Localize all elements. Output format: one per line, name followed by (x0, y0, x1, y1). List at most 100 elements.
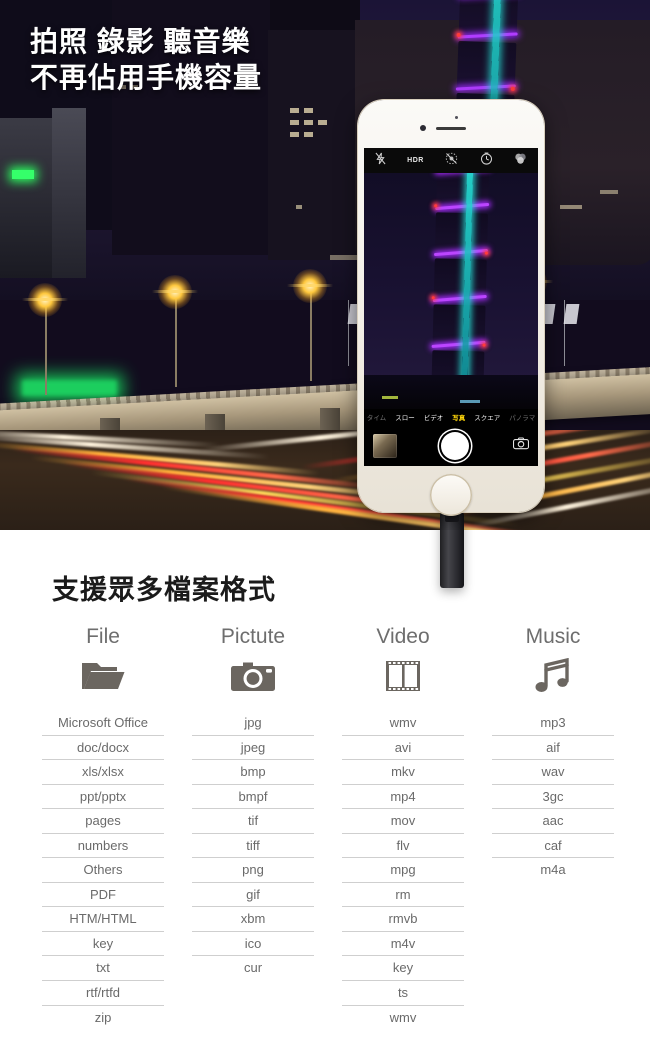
format-item: 3gc (492, 785, 614, 810)
format-item: Others (42, 858, 164, 883)
format-item: pages (42, 809, 164, 834)
column-header-video: Video (376, 625, 430, 648)
format-item: mp4 (342, 785, 464, 810)
format-column-music: Music mp3 aif wav 3gc aac caf m4a (483, 625, 623, 1029)
format-item: xls/xlsx (42, 760, 164, 785)
proximity-sensor-icon (455, 116, 458, 119)
section-title: 支援眾多檔案格式 (52, 575, 276, 605)
format-list-video: wmv avi mkv mp4 mov flv mpg rm rmvb m4v … (342, 711, 464, 1029)
camera-top-toolbar[interactable]: HDR (364, 148, 538, 173)
column-header-picture: Pictute (220, 625, 286, 648)
format-item: wav (492, 760, 614, 785)
format-item: key (42, 932, 164, 957)
lit-window (290, 132, 299, 137)
format-item: rm (342, 883, 464, 908)
format-item: m4v (342, 932, 464, 957)
format-item: caf (492, 834, 614, 859)
tall-tower-silhouette (0, 118, 60, 278)
distant-sign-light (460, 400, 480, 403)
promo-page: 拍照 錄影 聽音樂 不再佔用手機容量 HDR タイム スロー ビデオ 写真 スク… (0, 0, 650, 1040)
camera-mode-pano[interactable]: パノラマ (509, 412, 535, 422)
lit-window (304, 108, 313, 113)
camera-mode-selector[interactable]: タイム スロー ビデオ 写真 スクエア パノラマ (364, 409, 538, 425)
neon-sign (22, 380, 117, 396)
film-strip-icon (385, 655, 421, 697)
format-item: mov (342, 809, 464, 834)
lit-window (600, 190, 618, 194)
format-item: mkv (342, 760, 464, 785)
format-item: mpg (342, 858, 464, 883)
format-list-file: Microsoft Office doc/docx xls/xlsx ppt/p… (42, 711, 164, 1029)
front-camera-icon (420, 125, 426, 131)
lit-window (290, 108, 299, 113)
format-item: doc/docx (42, 736, 164, 761)
format-item: aif (492, 736, 614, 761)
camera-viewfinder[interactable] (364, 173, 538, 409)
format-item: tiff (192, 834, 314, 859)
camera-mode-photo[interactable]: 写真 (452, 412, 465, 422)
format-item: flv (342, 834, 464, 859)
filters-icon[interactable] (514, 152, 527, 170)
format-item: PDF (42, 883, 164, 908)
lit-window (318, 120, 327, 125)
format-item: wmv (389, 1009, 417, 1025)
format-item: gif (192, 883, 314, 908)
format-item: avi (342, 736, 464, 761)
live-photo-off-icon[interactable] (445, 152, 458, 170)
camera-mode-timelapse[interactable]: タイム (367, 412, 386, 422)
shutter-button[interactable] (441, 431, 469, 460)
format-column-file: File Microsoft Office doc/docx xls/xlsx … (33, 625, 173, 1029)
last-photo-thumbnail[interactable] (373, 433, 397, 458)
supported-formats-section: 支援眾多檔案格式 File Microsoft Office doc/docx … (0, 530, 650, 1040)
street-lamp-glow (22, 298, 68, 301)
camera-bottom-toolbar[interactable] (364, 425, 538, 466)
street-lamp-glow (152, 290, 198, 293)
distant-sign-light (382, 396, 398, 399)
lit-window (296, 205, 302, 209)
lit-window (560, 205, 582, 209)
earpiece-speaker-icon (436, 127, 466, 130)
phone-top-bezel (358, 100, 544, 148)
format-item: xbm (192, 907, 314, 932)
headline-line-2: 不再佔用手機容量 (30, 62, 263, 94)
format-item: jpg (192, 711, 314, 736)
camera-mode-slomo[interactable]: スロー (395, 412, 415, 422)
flash-off-icon[interactable] (375, 152, 386, 170)
format-list-music: mp3 aif wav 3gc aac caf m4a (492, 711, 614, 882)
home-button[interactable] (430, 474, 472, 516)
camera-mode-square[interactable]: スクエア (474, 412, 500, 422)
column-header-file: File (86, 625, 120, 648)
hero-banner: 拍照 錄影 聽音樂 不再佔用手機容量 HDR タイム スロー ビデオ 写真 スク… (0, 0, 650, 530)
timer-icon[interactable] (480, 152, 493, 170)
format-item: ts (342, 981, 464, 1006)
format-item: rtf/rtfd (42, 981, 164, 1006)
music-note-icon (534, 655, 572, 697)
format-item: txt (42, 956, 164, 982)
hdr-icon[interactable]: HDR (407, 157, 424, 164)
taipei-101-in-viewfinder (430, 173, 493, 409)
phone-screen: HDR タイム スロー ビデオ 写真 スクエア パノラマ (364, 148, 538, 466)
format-item: key (342, 956, 464, 982)
usb-flash-drive-dongle (440, 512, 464, 588)
camera-mode-video[interactable]: ビデオ (424, 412, 444, 422)
format-item: Microsoft Office (42, 711, 164, 736)
flip-camera-icon[interactable] (513, 436, 529, 455)
format-item: bmpf (192, 785, 314, 810)
format-column-picture: Pictute jpg jpeg bmp bmpf tif tiff png g… (183, 625, 323, 1029)
format-item: HTM/HTML (42, 907, 164, 932)
skyline-in-viewfinder (364, 375, 538, 409)
lit-window (304, 120, 313, 125)
format-item: rmvb (342, 907, 464, 932)
headline-line-1: 拍照 錄影 聽音樂 (30, 26, 251, 57)
page-title: 拍照 錄影 聽音樂 不再佔用手機容量 (30, 24, 262, 97)
format-item: ppt/pptx (42, 785, 164, 810)
road-light-trails (0, 430, 650, 530)
folder-icon (81, 655, 125, 697)
neon-sign (12, 170, 34, 179)
format-item: mp3 (492, 711, 614, 736)
format-item: bmp (192, 760, 314, 785)
tall-tower-silhouette (52, 108, 86, 278)
format-item: png (192, 858, 314, 883)
street-lamp-glow (287, 284, 333, 287)
format-column-video: Video wmv avi mkv mp4 mov flv mpg rm rmv… (333, 625, 473, 1029)
